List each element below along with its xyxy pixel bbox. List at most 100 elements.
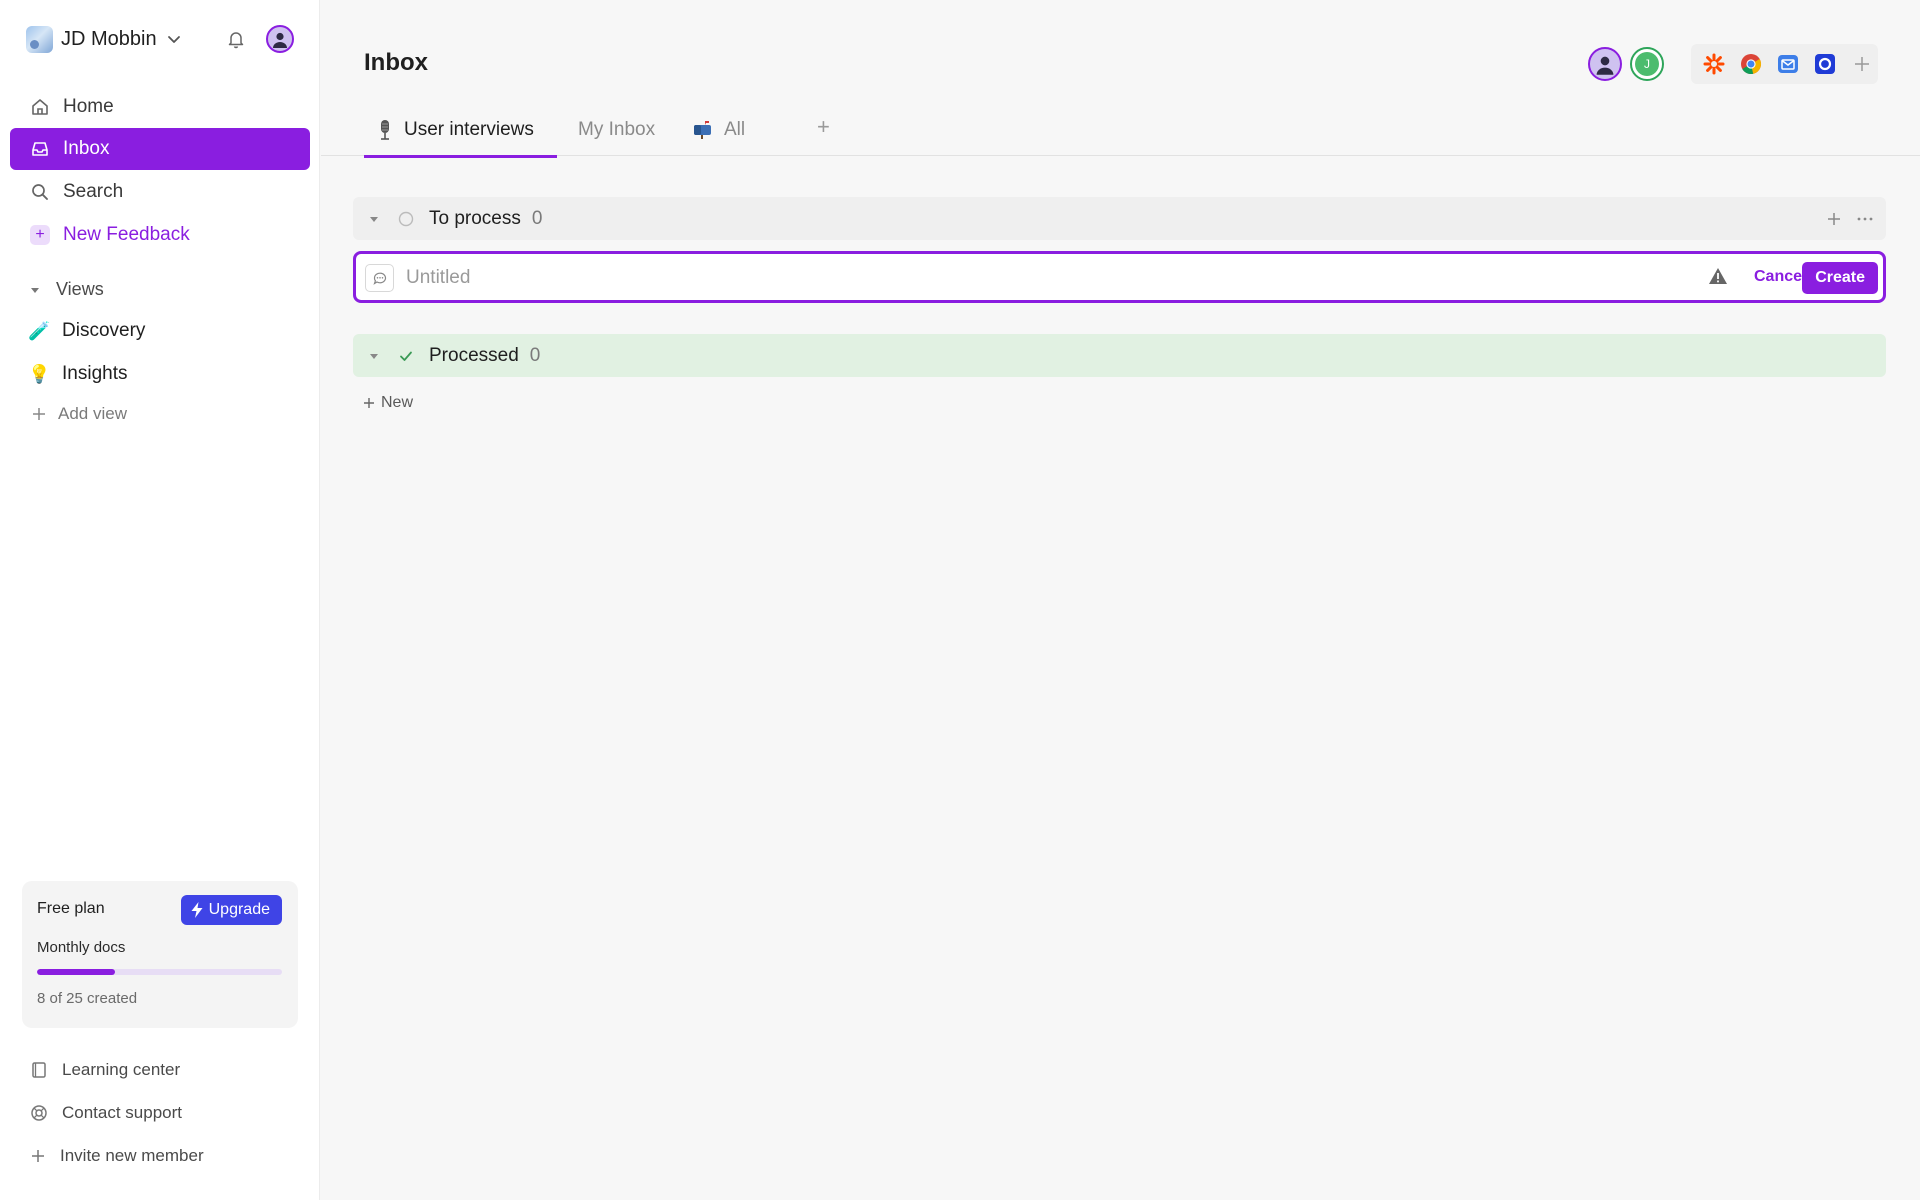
check-icon bbox=[397, 348, 415, 364]
tab-user-interviews[interactable]: User interviews bbox=[364, 104, 557, 158]
tab-user-interviews-label: User interviews bbox=[404, 119, 534, 140]
collapse-group-button[interactable] bbox=[367, 214, 381, 224]
zapier-icon[interactable] bbox=[1702, 52, 1726, 76]
usage-progress-fill bbox=[37, 969, 116, 975]
contact-support-label: Contact support bbox=[62, 1103, 183, 1122]
warning-icon bbox=[1708, 266, 1728, 291]
light-bulb-icon: 💡 bbox=[28, 363, 51, 384]
main-content: Inbox J User interviews My Inbox All + T… bbox=[321, 0, 1920, 1200]
view-discovery[interactable]: 🧪 Discovery bbox=[28, 320, 145, 342]
group-name: Processed bbox=[429, 344, 519, 366]
upgrade-button[interactable]: Upgrade bbox=[180, 895, 282, 925]
plus-icon bbox=[364, 398, 374, 408]
nav-inbox[interactable]: Inbox bbox=[10, 128, 310, 170]
group-to-process: To process 0 bbox=[353, 197, 1886, 240]
inbox-icon bbox=[32, 142, 48, 156]
chat-bubble-icon bbox=[372, 272, 386, 285]
search-icon bbox=[32, 184, 48, 200]
home-icon bbox=[32, 99, 48, 115]
person-icon bbox=[273, 32, 287, 48]
new-item-row: Cancel Create bbox=[353, 251, 1886, 303]
message-type-button[interactable] bbox=[365, 264, 394, 292]
plan-count: 8 of 25 created bbox=[37, 990, 138, 1007]
usage-progress-bar bbox=[37, 969, 282, 975]
collaborator-avatar[interactable] bbox=[1588, 47, 1622, 81]
caret-down-icon bbox=[370, 353, 378, 359]
invite-member-link[interactable]: Invite new member bbox=[30, 1146, 204, 1166]
sidebar: JD Mobbin Home Inbox Search + New Feedba… bbox=[0, 0, 320, 1200]
collaborator-avatars: J bbox=[1588, 47, 1664, 81]
group-processed: Processed 0 bbox=[353, 334, 1886, 377]
status-circle-icon bbox=[397, 211, 415, 227]
email-icon[interactable] bbox=[1776, 52, 1800, 76]
upgrade-label: Upgrade bbox=[208, 901, 270, 918]
learning-center-label: Learning center bbox=[62, 1060, 181, 1079]
nav-search-label: Search bbox=[63, 181, 124, 202]
workspace-switcher[interactable]: JD Mobbin bbox=[26, 24, 183, 54]
tab-my-inbox[interactable]: My Inbox bbox=[578, 104, 655, 156]
new-item-button[interactable]: New bbox=[363, 394, 413, 412]
plus-icon: + bbox=[30, 225, 50, 245]
page-title: Inbox bbox=[364, 49, 428, 76]
views-label: Views bbox=[56, 279, 104, 299]
plan-card: Free plan Upgrade Monthly docs 8 of 25 c… bbox=[22, 881, 298, 1028]
intercom-icon[interactable] bbox=[1813, 52, 1837, 76]
lifebuoy-icon bbox=[31, 1105, 47, 1121]
views-section-header[interactable]: Views bbox=[30, 279, 104, 300]
nav-inbox-label: Inbox bbox=[63, 138, 110, 159]
view-insights[interactable]: 💡 Insights bbox=[28, 363, 127, 385]
invite-member-label: Invite new member bbox=[60, 1146, 204, 1165]
book-icon bbox=[32, 1062, 46, 1078]
chevron-down-icon bbox=[167, 36, 180, 43]
create-button[interactable]: Create bbox=[1802, 262, 1878, 294]
lightning-icon bbox=[191, 902, 203, 918]
integrations-bar bbox=[1691, 44, 1878, 84]
collaborator-initial: J bbox=[1635, 52, 1659, 76]
learning-center-link[interactable]: Learning center bbox=[30, 1060, 180, 1080]
collaborator-avatar[interactable]: J bbox=[1630, 47, 1664, 81]
notifications-button[interactable] bbox=[224, 27, 248, 51]
workspace-name: JD Mobbin bbox=[61, 27, 157, 50]
tab-my-inbox-label: My Inbox bbox=[578, 119, 656, 140]
bell-icon bbox=[228, 32, 244, 49]
tab-all[interactable]: All bbox=[692, 104, 745, 156]
plus-icon[interactable] bbox=[1826, 211, 1842, 227]
chrome-icon[interactable] bbox=[1739, 52, 1763, 76]
group-count: 0 bbox=[531, 207, 543, 229]
workspace-logo bbox=[26, 25, 53, 53]
nav-new-feedback-label: New Feedback bbox=[63, 224, 190, 245]
tab-bar: User interviews My Inbox All + bbox=[321, 104, 1920, 158]
plan-title: Free plan bbox=[37, 900, 105, 917]
contact-support-link[interactable]: Contact support bbox=[30, 1103, 182, 1123]
test-tube-icon: 🧪 bbox=[28, 320, 51, 341]
tab-divider bbox=[321, 155, 1920, 156]
tab-all-label: All bbox=[724, 119, 746, 140]
plus-icon bbox=[33, 408, 45, 420]
group-name: To process bbox=[429, 207, 521, 229]
mailbox-icon bbox=[694, 121, 711, 139]
add-tab-button[interactable]: + bbox=[817, 114, 830, 140]
view-discovery-label: Discovery bbox=[62, 320, 146, 341]
nav-home[interactable]: Home bbox=[10, 86, 310, 128]
plus-icon[interactable] bbox=[1850, 52, 1874, 76]
person-icon bbox=[1596, 56, 1614, 75]
collapse-group-button[interactable] bbox=[367, 351, 381, 361]
caret-down-icon bbox=[31, 287, 39, 293]
nav-new-feedback[interactable]: + New Feedback bbox=[10, 214, 310, 256]
item-title-input[interactable] bbox=[406, 262, 1606, 294]
view-insights-label: Insights bbox=[62, 363, 128, 384]
nav-search[interactable]: Search bbox=[10, 171, 310, 213]
group-actions bbox=[1826, 197, 1874, 240]
caret-down-icon bbox=[370, 216, 378, 222]
cancel-button[interactable]: Cancel bbox=[1754, 260, 1806, 294]
add-view-label: Add view bbox=[58, 404, 127, 423]
plus-icon bbox=[32, 1150, 44, 1162]
microphone-icon bbox=[381, 120, 389, 140]
user-avatar[interactable] bbox=[266, 25, 294, 53]
add-view-button[interactable]: Add view bbox=[32, 404, 127, 424]
group-count: 0 bbox=[529, 344, 541, 366]
new-item-label: New bbox=[381, 394, 414, 411]
plan-metric-label: Monthly docs bbox=[37, 939, 126, 956]
more-icon[interactable] bbox=[1856, 211, 1874, 227]
nav-home-label: Home bbox=[63, 96, 114, 117]
